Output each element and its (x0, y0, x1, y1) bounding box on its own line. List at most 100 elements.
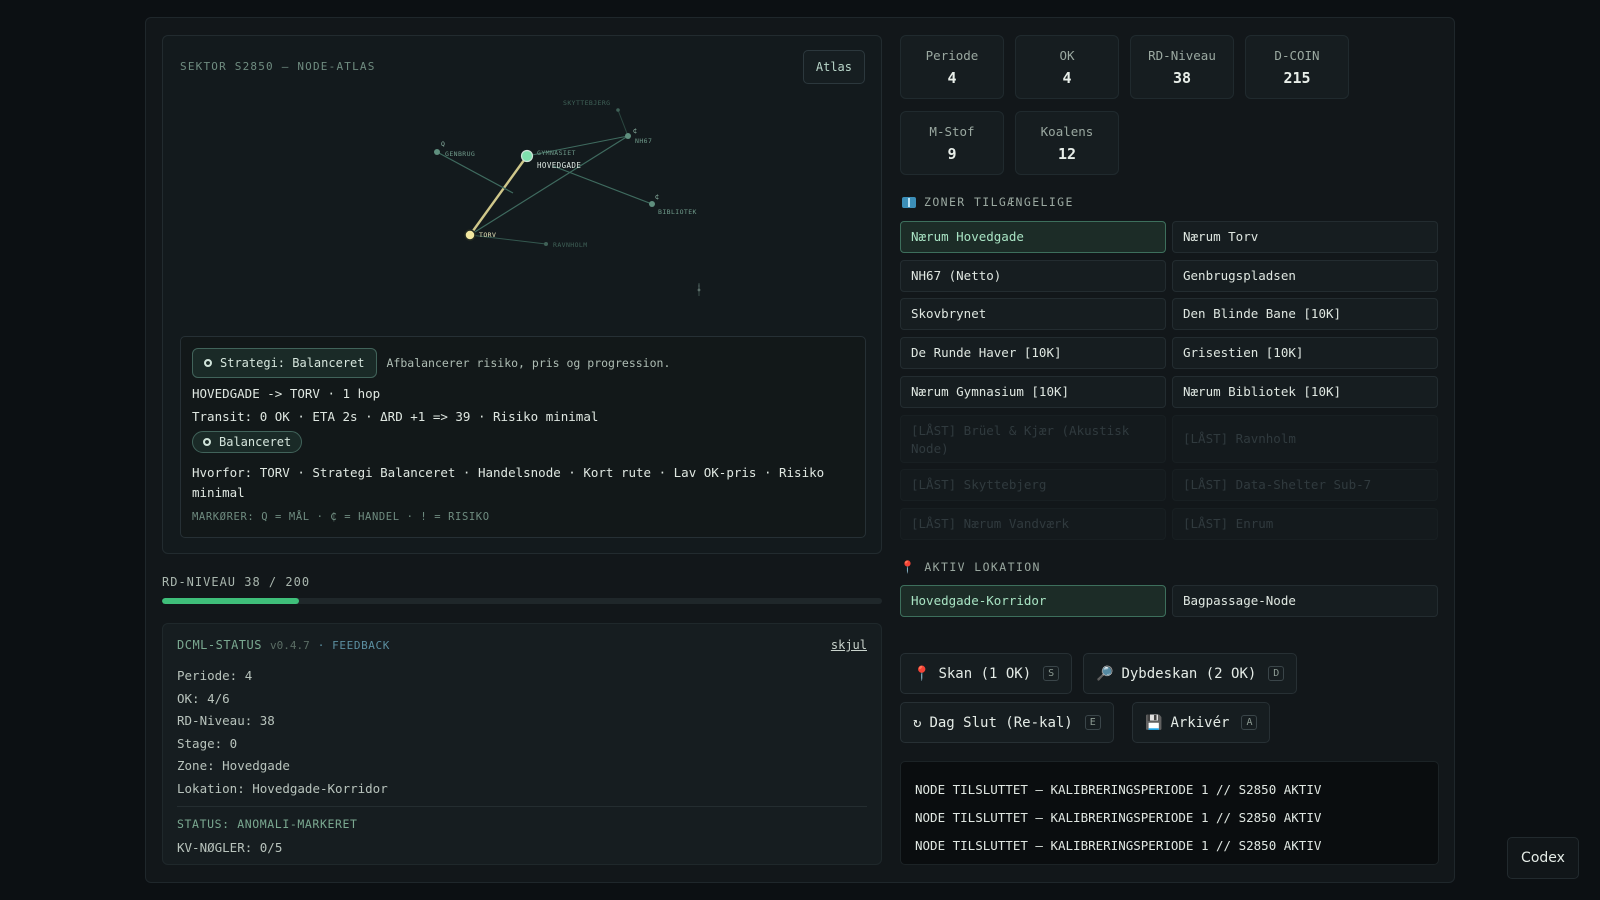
strategy-chip[interactable]: Strategi: Balanceret (192, 348, 377, 378)
stat-label: OK (1059, 48, 1075, 63)
stat-label: M-Stof (929, 124, 975, 139)
zone-naerum-gymnasium[interactable]: Nærum Gymnasium [10K] (900, 376, 1166, 408)
zone-locked-data-shelter: [LÅST] Data-Shelter Sub-7 (1172, 469, 1438, 501)
scan-button[interactable]: 📍 Skan (1 OK) S (900, 653, 1073, 694)
zone-genbrugspladsen[interactable]: Genbrugspladsen (1172, 260, 1438, 292)
atlas-button[interactable]: Atlas (802, 50, 865, 84)
stat-label: Koalens (1040, 124, 1094, 139)
zones-heading-label: ZONER TILGÆNGELIGE (924, 195, 1074, 209)
dcml-status-panel: DCML-STATUS v0.4.7 · FEEDBACK skjul Peri… (162, 623, 882, 865)
zone-locked-naerum-vandvaerk: [LÅST] Nærum Vandværk (900, 508, 1166, 540)
zone-den-blinde-bane[interactable]: Den Blinde Bane [10K] (1172, 298, 1438, 330)
status-line: Stage: 0 (177, 735, 238, 751)
marker-legend: MARKØRER: Q = MÅL · ₵ = HANDEL · ! = RIS… (192, 511, 490, 523)
pin-icon: 📍 (913, 665, 931, 682)
node-label-genbrug: GENBRUG (445, 150, 475, 158)
floppy-icon: 💾 (1145, 714, 1163, 731)
zone-de-runde-haver[interactable]: De Runde Haver [10K] (900, 337, 1166, 369)
log-line: NODE TILSLUTTET — KALIBRERINGSPERIODE 1 … (915, 782, 1322, 797)
stat-card-koalens: Koalens 12 (1015, 111, 1119, 175)
route-strategy-box: Strategi: Balanceret Afbalancerer risiko… (180, 336, 866, 538)
shortcut-key: S (1043, 666, 1060, 681)
book-icon (902, 196, 916, 208)
end-day-label: Dag Slut (Re-kal) (929, 714, 1073, 731)
strategy-pill-label: Balanceret (219, 435, 292, 449)
zone-locked-bruel-kjaer: [LÅST] Brüel & Kjær (Akustisk Node) (900, 415, 1166, 463)
shortcut-key: A (1241, 715, 1258, 730)
refresh-icon: ↻ (913, 714, 922, 731)
node-torv[interactable] (464, 229, 476, 241)
zone-naerum-hovedgade[interactable]: Nærum Hovedgade (900, 221, 1166, 253)
stat-card-m-stof: M-Stof 9 (900, 111, 1004, 175)
stat-card-d-coin: D-COIN 215 (1245, 35, 1349, 99)
edge-skyttebjerg-nh67 (617, 109, 629, 137)
node-marker-dim: ! (697, 283, 701, 291)
log-line: NODE TILSLUTTET — KALIBRERINGSPERIODE 1 … (915, 810, 1322, 825)
radio-dot-icon (204, 359, 212, 367)
zone-naerum-bibliotek[interactable]: Nærum Bibliotek [10K] (1172, 376, 1438, 408)
rd-level-label: RD-NIVEAU 38 / 200 (162, 575, 311, 589)
stat-value: 9 (947, 145, 957, 163)
hide-status-link[interactable]: skjul (831, 638, 867, 652)
stat-label: Periode (925, 48, 979, 63)
stat-label: D-COIN (1274, 48, 1320, 63)
location-bagpassage-node[interactable]: Bagpassage-Node (1172, 585, 1438, 617)
strategy-chip-label: Strategi: Balanceret (220, 356, 365, 370)
strategy-pill[interactable]: Balanceret (192, 431, 303, 453)
scan-label: Skan (1 OK) (938, 665, 1032, 682)
zones-heading: ZONER TILGÆNGELIGE (902, 195, 1074, 209)
node-bibliotek[interactable] (649, 201, 655, 207)
stat-value: 4 (1062, 69, 1072, 87)
node-gymnasiet[interactable] (520, 149, 534, 163)
route-summary: HOVEDGADE -> TORV · 1 hop (192, 386, 381, 401)
zone-locked-skyttebjerg: [LÅST] Skyttebjerg (900, 469, 1166, 501)
end-day-button[interactable]: ↻ Dag Slut (Re-kal) E (900, 702, 1114, 743)
strategy-description: Afbalancerer risiko, pris og progression… (386, 356, 671, 370)
pin-icon: 📍 (900, 560, 917, 574)
node-label-bibliotek: BIBLIOTEK (658, 208, 697, 216)
node-marker-genbrug: Q (441, 140, 445, 148)
rd-progress-bar (162, 598, 882, 604)
stat-value: 4 (947, 69, 957, 87)
atlas-title: SEKTOR S2850 — NODE-ATLAS (180, 60, 376, 73)
node-ravnholm[interactable] (544, 242, 548, 246)
deep-scan-label: Dybdeskan (2 OK) (1121, 665, 1257, 682)
archive-button[interactable]: 💾 Arkivér A (1132, 702, 1271, 743)
node-genbrug[interactable] (434, 149, 440, 155)
edge-hovedgade-bibliotek (552, 165, 653, 205)
stat-label: RD-Niveau (1148, 48, 1216, 63)
stat-card-ok: OK 4 (1015, 35, 1119, 99)
feedback-link[interactable]: · FEEDBACK (318, 639, 390, 652)
edge-torv-gymnasiet (469, 155, 528, 236)
zone-skovbrynet[interactable]: Skovbrynet (900, 298, 1166, 330)
stat-value: 215 (1283, 69, 1311, 87)
node-marker-bibliotek: ₵ (655, 193, 659, 201)
route-reason: Hvorfor: TORV · Strategi Balanceret · Ha… (192, 465, 825, 500)
location-hovedgade-korridor[interactable]: Hovedgade-Korridor (900, 585, 1166, 617)
node-map[interactable]: GENBRUG Q GYMNASIET HOVEDGADE NH67 ₵ BIB… (163, 86, 881, 326)
event-log: NODE TILSLUTTET — KALIBRERINGSPERIODE 1 … (900, 761, 1439, 865)
log-line: NODE TILSLUTTET — KALIBRERINGSPERIODE 1 … (915, 838, 1322, 853)
deep-scan-button[interactable]: 🔎 Dybdeskan (2 OK) D (1083, 653, 1298, 694)
shortcut-key: D (1268, 666, 1285, 681)
status-lines: Periode: 4 OK: 4/6 RD-Niveau: 38 Stage: … (177, 665, 388, 800)
codex-button[interactable]: Codex (1507, 837, 1579, 879)
location-heading-label: AKTIV LOKATION (924, 560, 1041, 574)
zone-locked-ravnholm: [LÅST] Ravnholm (1172, 415, 1438, 463)
node-nh67[interactable] (625, 133, 631, 139)
zone-nh67[interactable]: NH67 (Netto) (900, 260, 1166, 292)
stat-card-rd-niveau: RD-Niveau 38 (1130, 35, 1234, 99)
zone-naerum-torv[interactable]: Nærum Torv (1172, 221, 1438, 253)
node-label-hovedgade: HOVEDGADE (537, 161, 581, 170)
stat-value: 38 (1172, 69, 1192, 87)
zone-grisestien[interactable]: Grisestien [10K] (1172, 337, 1438, 369)
node-marker-nh67: ₵ (633, 127, 637, 135)
archive-label: Arkivér (1170, 714, 1230, 731)
status-line: Zone: Hovedgade (177, 758, 290, 773)
magnifier-icon: 🔎 (1096, 665, 1114, 682)
location-heading: 📍 AKTIV LOKATION (900, 560, 1041, 574)
status-divider (177, 806, 867, 807)
rd-progress-fill (162, 598, 299, 604)
node-label-gymnasiet: GYMNASIET (537, 149, 576, 157)
node-skyttebjerg[interactable] (616, 108, 620, 112)
